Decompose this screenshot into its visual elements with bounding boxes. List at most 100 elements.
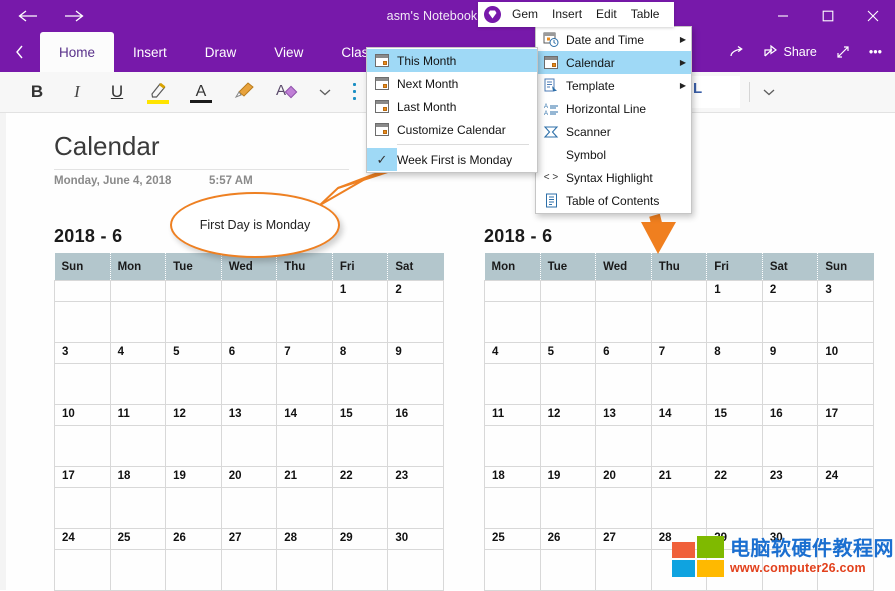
day-cell[interactable]: 10 (54, 404, 111, 426)
menu-item-week-first-is-monday[interactable]: ✓ Week First is Monday (367, 148, 537, 171)
note-cell[interactable] (706, 301, 763, 343)
day-cell[interactable]: 8 (331, 342, 389, 364)
ribbon-collapse-icon[interactable] (0, 32, 40, 72)
maximize-button[interactable] (805, 0, 850, 32)
menu-item-horizontal-line[interactable]: AA Horizontal Line (536, 97, 691, 120)
day-cell[interactable]: 22 (706, 466, 763, 488)
day-cell[interactable] (484, 280, 541, 302)
note-cell[interactable] (484, 487, 541, 529)
note-cell[interactable] (539, 301, 597, 343)
day-cell[interactable]: 1 (331, 280, 389, 302)
underline-button[interactable]: U (102, 72, 132, 112)
note-cell[interactable] (817, 425, 874, 467)
note-cell[interactable] (387, 487, 444, 529)
day-cell[interactable]: 25 (109, 528, 167, 550)
more-options-button[interactable]: ••• (860, 32, 891, 72)
note-cell[interactable] (484, 301, 541, 343)
day-cell[interactable] (650, 280, 708, 302)
day-cell[interactable]: 18 (109, 466, 167, 488)
note-cell[interactable] (761, 363, 819, 405)
day-cell[interactable]: 2 (761, 280, 819, 302)
note-cell[interactable] (165, 549, 222, 591)
day-cell[interactable]: 17 (817, 404, 874, 426)
menu-item-template[interactable]: Template ▶ (536, 74, 691, 97)
table-row[interactable]: 10 11 12 13 14 15 16 (54, 404, 444, 426)
table-row-spacer[interactable] (484, 301, 874, 343)
day-cell[interactable]: 20 (220, 466, 278, 488)
day-cell[interactable]: 24 (817, 466, 874, 488)
menu-item-next-month[interactable]: Next Month (367, 72, 537, 95)
day-cell[interactable]: 12 (539, 404, 597, 426)
day-cell[interactable]: 16 (387, 404, 444, 426)
redo-button[interactable] (719, 32, 754, 72)
menu-item-this-month[interactable]: This Month (367, 49, 537, 72)
note-cell[interactable] (817, 301, 874, 343)
note-cell[interactable] (650, 301, 708, 343)
day-cell[interactable] (595, 280, 652, 302)
day-cell[interactable] (109, 280, 167, 302)
note-cell[interactable] (706, 487, 763, 529)
note-cell[interactable] (109, 487, 167, 529)
note-cell[interactable] (650, 425, 708, 467)
note-cell[interactable] (331, 363, 389, 405)
day-cell[interactable] (276, 280, 333, 302)
tab-view[interactable]: View (255, 32, 322, 72)
menu-item-customize-calendar[interactable]: Customize Calendar (367, 118, 537, 141)
day-cell[interactable]: 22 (331, 466, 389, 488)
note-cell[interactable] (706, 425, 763, 467)
note-cell[interactable] (539, 363, 597, 405)
table-row-spacer[interactable] (54, 363, 444, 405)
day-cell[interactable] (165, 280, 222, 302)
day-cell[interactable]: 4 (109, 342, 167, 364)
note-cell[interactable] (165, 487, 222, 529)
day-cell[interactable]: 13 (595, 404, 652, 426)
day-cell[interactable]: 3 (54, 342, 111, 364)
day-cell[interactable]: 11 (484, 404, 541, 426)
table-row-spacer[interactable] (484, 487, 874, 529)
table-row-spacer[interactable] (484, 363, 874, 405)
day-cell[interactable]: 19 (165, 466, 222, 488)
table-row[interactable]: 24 25 26 27 28 29 30 (54, 528, 444, 550)
gem-menu-table[interactable]: Table (624, 2, 667, 27)
note-cell[interactable] (761, 425, 819, 467)
day-cell[interactable]: 9 (761, 342, 819, 364)
note-cell[interactable] (539, 425, 597, 467)
day-cell[interactable]: 9 (387, 342, 444, 364)
gem-menu-insert[interactable]: Insert (545, 2, 589, 27)
day-cell[interactable]: 7 (276, 342, 333, 364)
day-cell[interactable]: 25 (484, 528, 541, 550)
day-cell[interactable]: 24 (54, 528, 111, 550)
day-cell[interactable]: 26 (539, 528, 597, 550)
day-cell[interactable]: 8 (706, 342, 763, 364)
note-cell[interactable] (387, 425, 444, 467)
note-cell[interactable] (595, 301, 652, 343)
day-cell[interactable]: 14 (276, 404, 333, 426)
note-cell[interactable] (109, 549, 167, 591)
toolbar-grip-handle[interactable] (353, 83, 357, 101)
note-cell[interactable] (109, 425, 167, 467)
day-cell[interactable]: 21 (650, 466, 708, 488)
style-selector[interactable]: L (688, 76, 740, 108)
day-cell[interactable]: 27 (595, 528, 652, 550)
note-cell[interactable] (761, 301, 819, 343)
note-cell[interactable] (220, 549, 278, 591)
note-cell[interactable] (539, 487, 597, 529)
table-row-spacer[interactable] (484, 425, 874, 467)
note-cell[interactable] (706, 363, 763, 405)
note-cell[interactable] (331, 549, 389, 591)
table-row[interactable]: 4 5 6 7 8 9 10 (484, 342, 874, 364)
note-cell[interactable] (817, 363, 874, 405)
note-cell[interactable] (650, 487, 708, 529)
table-row[interactable]: 1 2 (54, 280, 444, 302)
note-cell[interactable] (595, 549, 652, 591)
day-cell[interactable]: 14 (650, 404, 708, 426)
note-cell[interactable] (220, 363, 278, 405)
note-cell[interactable] (276, 363, 333, 405)
menu-item-table-of-contents[interactable]: Table of Contents (536, 189, 691, 212)
day-cell[interactable]: 27 (220, 528, 278, 550)
italic-button[interactable]: I (62, 72, 92, 112)
menu-item-date-and-time[interactable]: Date and Time ▶ (536, 28, 691, 51)
day-cell[interactable]: 21 (276, 466, 333, 488)
day-cell[interactable]: 19 (539, 466, 597, 488)
day-cell[interactable]: 1 (706, 280, 763, 302)
